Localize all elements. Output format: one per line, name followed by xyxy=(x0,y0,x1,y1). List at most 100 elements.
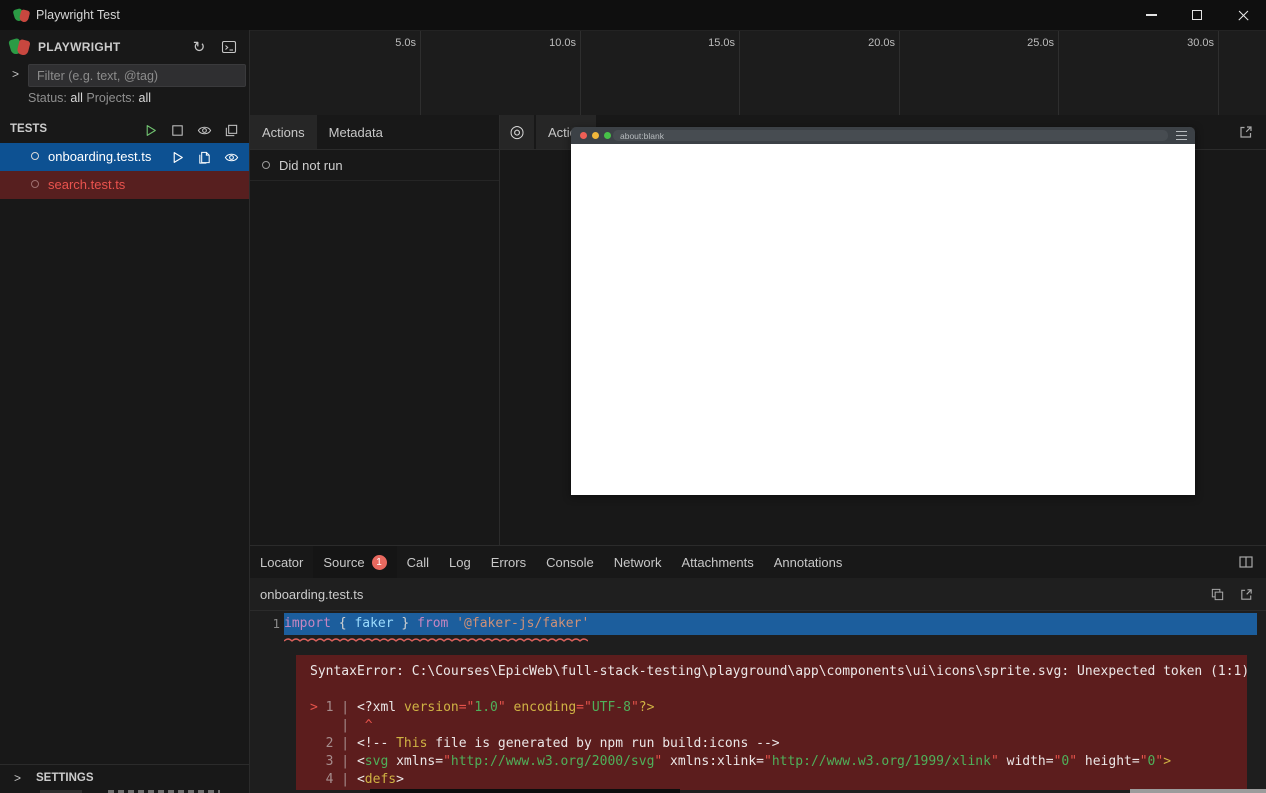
tab-source[interactable]: Source 1 xyxy=(313,546,396,578)
browser-chrome-bar: about:blank xyxy=(571,127,1195,144)
source-line-1[interactable]: 1 import { faker } from '@faker-js/faker… xyxy=(250,613,1266,635)
close-button[interactable] xyxy=(1220,0,1266,30)
play-icon xyxy=(143,123,158,138)
horizontal-scrollbar-track[interactable] xyxy=(370,789,680,793)
snapshot-panel: ◎ Action Before After about:blank xyxy=(500,115,1266,545)
tab-attachments[interactable]: Attachments xyxy=(671,546,763,578)
test-file-search[interactable]: search.test.ts xyxy=(0,171,249,199)
pick-locator-button[interactable]: ◎ xyxy=(500,115,534,149)
settings-chevron-icon: > xyxy=(14,771,21,785)
tab-call[interactable]: Call xyxy=(397,546,439,578)
timeline-tick-label: 30.0s xyxy=(1187,37,1214,49)
hamburger-menu-icon xyxy=(1176,131,1187,140)
main-area: 5.0s 10.0s 15.0s 20.0s 25.0s 30.0s Actio… xyxy=(250,30,1266,793)
reload-tests-button[interactable]: ↻ xyxy=(189,37,209,57)
horizontal-scrollbar-thumb[interactable] xyxy=(1130,789,1266,793)
timeline-gridline xyxy=(580,31,581,115)
run-all-button[interactable] xyxy=(140,120,160,140)
error-frame-line: 4 | <defs> xyxy=(310,771,1247,789)
settings-section-header[interactable]: > SETTINGS xyxy=(0,764,249,790)
error-message: SyntaxError: C:\Courses\EpicWeb\full-sta… xyxy=(310,663,1247,681)
tab-source-label: Source xyxy=(323,555,364,570)
window-titlebar: Playwright Test xyxy=(0,0,1266,30)
address-bar: about:blank xyxy=(613,130,1168,141)
test-file-onboarding[interactable]: onboarding.test.ts xyxy=(0,143,249,171)
window-controls xyxy=(1128,0,1266,30)
squiggly-underline xyxy=(284,636,588,644)
refresh-icon: ↻ xyxy=(193,40,206,55)
tab-annotations[interactable]: Annotations xyxy=(764,546,853,578)
run-test-button[interactable] xyxy=(167,147,187,167)
address-url: about:blank xyxy=(620,131,664,141)
watch-test-button[interactable] xyxy=(221,147,241,167)
test-status-circle-icon xyxy=(31,180,39,188)
minimize-button[interactable] xyxy=(1128,0,1174,30)
timeline-tick-label: 20.0s xyxy=(868,37,895,49)
timeline-tick-label: 10.0s xyxy=(549,37,576,49)
filter-input[interactable] xyxy=(28,64,246,87)
traffic-light-icons xyxy=(580,132,611,139)
copy-path-button[interactable] xyxy=(1207,584,1227,604)
tab-errors[interactable]: Errors xyxy=(481,546,536,578)
collapse-all-button[interactable] xyxy=(221,120,241,140)
status-label: Status: xyxy=(28,91,67,105)
timeline-tick-label: 5.0s xyxy=(395,37,416,49)
syntax-error-box: SyntaxError: C:\Courses\EpicWeb\full-sta… xyxy=(296,655,1247,790)
sidebar-header: PLAYWRIGHT ↻ xyxy=(0,33,249,61)
target-icon: ◎ xyxy=(510,122,525,142)
play-icon xyxy=(170,150,185,165)
tab-locator[interactable]: Locator xyxy=(250,546,313,578)
highlighted-code-line: import { faker } from '@faker-js/faker' xyxy=(284,613,1257,635)
open-source-button[interactable] xyxy=(194,147,214,167)
open-in-editor-button[interactable] xyxy=(1236,584,1256,604)
filter-status-line: Status: all Projects: all xyxy=(28,91,151,105)
error-frame-line: 3 | <svg xmlns="http://www.w3.org/2000/s… xyxy=(310,753,1247,771)
external-link-icon xyxy=(1238,124,1254,140)
details-panel: Locator Source 1 Call Log Errors Console… xyxy=(250,545,1266,793)
tab-metadata[interactable]: Metadata xyxy=(317,115,395,149)
watch-all-button[interactable] xyxy=(194,120,214,140)
projects-label: Projects: xyxy=(86,91,135,105)
tab-network[interactable]: Network xyxy=(604,546,672,578)
sidebar-section-title: PLAYWRIGHT xyxy=(38,40,121,54)
traffic-yellow-icon xyxy=(592,132,599,139)
stop-button[interactable] xyxy=(167,120,187,140)
toggle-output-button[interactable] xyxy=(219,37,239,57)
traffic-green-icon xyxy=(604,132,611,139)
did-not-run-row: Did not run xyxy=(250,150,499,181)
did-not-run-label: Did not run xyxy=(279,158,343,173)
filter-expand-chevron-icon[interactable]: > xyxy=(12,67,19,81)
stacked-squares-icon xyxy=(224,123,239,138)
error-frame-caret-line: | ^ xyxy=(310,717,1247,735)
toggle-split-view-button[interactable] xyxy=(1236,552,1256,572)
actions-panel: Actions Metadata Did not run xyxy=(250,115,500,545)
line-number: 1 xyxy=(250,613,280,635)
timeline-tick-label: 15.0s xyxy=(708,37,735,49)
sidebar: PLAYWRIGHT ↻ > Status: all Projects: all… xyxy=(0,30,250,793)
timeline-strip[interactable]: 5.0s 10.0s 15.0s 20.0s 25.0s 30.0s xyxy=(250,30,1266,115)
browser-snapshot: about:blank xyxy=(571,127,1195,495)
split-columns-icon xyxy=(1238,554,1254,570)
projects-value[interactable]: all xyxy=(139,91,152,105)
tab-console[interactable]: Console xyxy=(536,546,604,578)
tab-actions[interactable]: Actions xyxy=(250,115,317,149)
timeline-gridline xyxy=(899,31,900,115)
copy-icon xyxy=(1210,587,1225,602)
tab-log[interactable]: Log xyxy=(439,546,481,578)
status-value[interactable]: all xyxy=(70,91,83,105)
playwright-logo-icon xyxy=(14,8,30,23)
timeline-gridline xyxy=(1058,31,1059,115)
filter-row: > xyxy=(0,62,249,90)
source-code-view: 1 import { faker } from '@faker-js/faker… xyxy=(250,611,1266,793)
settings-label: SETTINGS xyxy=(36,772,94,784)
playwright-masks-icon xyxy=(10,38,30,56)
timeline-gridline xyxy=(739,31,740,115)
source-file-name: onboarding.test.ts xyxy=(260,587,363,602)
blank-page-content xyxy=(571,144,1195,495)
maximize-button[interactable] xyxy=(1174,0,1220,30)
window-title: Playwright Test xyxy=(36,8,120,22)
error-frame-line: 2 | <!-- This file is generated by npm r… xyxy=(310,735,1247,753)
tests-section-header: TESTS xyxy=(0,116,249,144)
open-snapshot-in-new-window-button[interactable] xyxy=(1236,122,1256,142)
external-link-icon xyxy=(1239,587,1254,602)
